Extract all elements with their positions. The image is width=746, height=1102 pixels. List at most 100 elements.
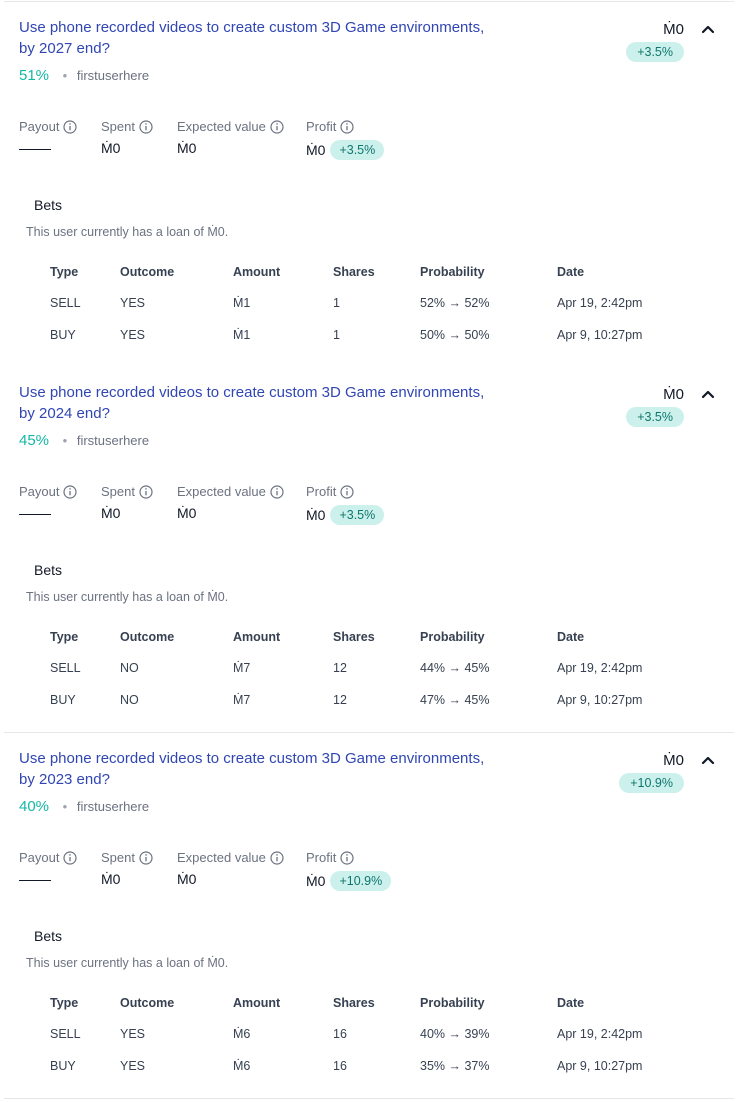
- column-header: Outcome: [120, 630, 175, 644]
- bet-amount: Ṁ7: [233, 693, 251, 707]
- table-row: SELL NO Ṁ7 12 44% → 45% Apr 19, 2:42pm: [38, 652, 667, 684]
- chevron-up-icon[interactable]: [696, 383, 720, 407]
- stat-payout: Payout: [19, 850, 78, 881]
- table-row: BUY NO Ṁ7 12 47% → 45% Apr 9, 10:27pm: [38, 684, 667, 716]
- column-header: Amount: [233, 630, 281, 644]
- column-header: Date: [557, 996, 585, 1010]
- stat-profit: Profit Ṁ0 +10.9%: [306, 850, 392, 891]
- info-icon[interactable]: [340, 484, 354, 499]
- bets-heading: Bets: [34, 562, 63, 578]
- info-icon[interactable]: [340, 850, 354, 865]
- profit-change-badge: +3.5%: [330, 505, 385, 525]
- bets-heading: Bets: [34, 197, 63, 213]
- market-probability: 51%: [19, 67, 50, 84]
- position-value: Ṁ0: [663, 386, 684, 403]
- stat-value: Ṁ0: [306, 142, 326, 158]
- column-header: Shares: [333, 265, 375, 279]
- market-title[interactable]: Use phone recorded videos to create cust…: [19, 748, 489, 790]
- market-card: Use phone recorded videos to create cust…: [4, 733, 734, 1099]
- column-header: Outcome: [120, 996, 175, 1010]
- bet-outcome: YES: [120, 1027, 146, 1041]
- info-icon[interactable]: [63, 850, 78, 865]
- bet-shares: 12: [333, 693, 347, 707]
- stat-label: Expected value: [177, 850, 266, 865]
- meta-separator: •: [62, 433, 68, 448]
- info-icon[interactable]: [270, 484, 284, 499]
- stat-value: Ṁ0: [177, 140, 197, 156]
- bet-date: Apr 9, 10:27pm: [557, 1059, 643, 1073]
- market-title[interactable]: Use phone recorded videos to create cust…: [19, 382, 489, 424]
- stat-spent: Spent Ṁ0: [101, 850, 153, 887]
- position-change-badge: +3.5%: [626, 407, 684, 427]
- stat-label: Spent: [101, 484, 135, 499]
- info-icon[interactable]: [139, 484, 153, 499]
- bet-outcome: NO: [120, 693, 139, 707]
- loan-notice: This user currently has a loan of Ṁ0.: [26, 225, 229, 239]
- chevron-up-icon[interactable]: [696, 18, 720, 42]
- info-icon[interactable]: [63, 484, 78, 499]
- table-row: BUY YES Ṁ6 16 35% → 37% Apr 9, 10:27pm: [38, 1050, 667, 1082]
- bets-heading: Bets: [34, 928, 63, 944]
- bet-probability: 52% → 52%: [420, 296, 490, 310]
- market-meta: 51% • firstuserhere: [19, 67, 149, 84]
- position-change-badge: +3.5%: [626, 42, 684, 62]
- info-icon[interactable]: [139, 119, 153, 134]
- stat-profit: Profit Ṁ0 +3.5%: [306, 119, 385, 160]
- column-header: Probability: [420, 630, 485, 644]
- bets-table: Type Outcome Amount Shares Probability D…: [38, 988, 667, 1082]
- payout-empty-dash: [19, 149, 51, 150]
- stat-label: Payout: [19, 119, 60, 134]
- bet-amount: Ṁ7: [233, 661, 251, 675]
- info-icon[interactable]: [270, 850, 284, 865]
- bet-outcome: YES: [120, 1059, 146, 1073]
- stat-payout: Payout: [19, 484, 78, 515]
- stat-label: Spent: [101, 119, 135, 134]
- stat-label: Payout: [19, 484, 60, 499]
- profit-change-badge: +3.5%: [330, 140, 385, 160]
- column-header: Amount: [233, 996, 281, 1010]
- bet-shares: 12: [333, 661, 347, 675]
- bet-shares: 16: [333, 1027, 347, 1041]
- table-row: BUY YES Ṁ1 1 50% → 50% Apr 9, 10:27pm: [38, 319, 667, 351]
- column-header: Shares: [333, 630, 375, 644]
- bet-date: Apr 9, 10:27pm: [557, 328, 643, 342]
- bets-table: Type Outcome Amount Shares Probability D…: [38, 257, 667, 351]
- stat-value: Ṁ0: [101, 871, 121, 887]
- info-icon[interactable]: [139, 850, 153, 865]
- stat-profit: Profit Ṁ0 +3.5%: [306, 484, 385, 525]
- stat-label: Profit: [306, 119, 337, 134]
- market-creator[interactable]: firstuserhere: [77, 433, 149, 448]
- market-creator[interactable]: firstuserhere: [77, 799, 149, 814]
- info-icon[interactable]: [340, 119, 354, 134]
- stat-value: Ṁ0: [177, 871, 197, 887]
- info-icon[interactable]: [270, 119, 284, 134]
- bet-shares: 1: [333, 328, 340, 342]
- market-meta: 40% • firstuserhere: [19, 798, 149, 815]
- stat-payout: Payout: [19, 119, 78, 150]
- meta-separator: •: [62, 799, 68, 814]
- bet-type: SELL: [50, 1027, 81, 1041]
- bet-amount: Ṁ6: [233, 1059, 251, 1073]
- bet-outcome: YES: [120, 296, 146, 310]
- column-header: Outcome: [120, 265, 175, 279]
- market-meta: 45% • firstuserhere: [19, 432, 149, 449]
- column-header: Date: [557, 630, 585, 644]
- bets-table-header: Type Outcome Amount Shares Probability D…: [38, 257, 667, 287]
- stat-value: Ṁ0: [101, 505, 121, 521]
- bets-table-header: Type Outcome Amount Shares Probability D…: [38, 988, 667, 1018]
- bet-type: BUY: [50, 693, 76, 707]
- bet-shares: 1: [333, 296, 340, 310]
- bet-type: BUY: [50, 328, 76, 342]
- stat-value: Ṁ0: [306, 873, 326, 889]
- profit-change-badge: +10.9%: [330, 871, 392, 891]
- table-row: SELL YES Ṁ6 16 40% → 39% Apr 19, 2:42pm: [38, 1018, 667, 1050]
- market-creator[interactable]: firstuserhere: [77, 68, 149, 83]
- bet-shares: 16: [333, 1059, 347, 1073]
- bet-outcome: YES: [120, 328, 146, 342]
- user-bets-list: Use phone recorded videos to create cust…: [0, 0, 746, 1102]
- market-title[interactable]: Use phone recorded videos to create cust…: [19, 17, 489, 59]
- chevron-up-icon[interactable]: [696, 749, 720, 773]
- column-header: Amount: [233, 265, 281, 279]
- info-icon[interactable]: [63, 119, 78, 134]
- stat-value: Ṁ0: [306, 507, 326, 523]
